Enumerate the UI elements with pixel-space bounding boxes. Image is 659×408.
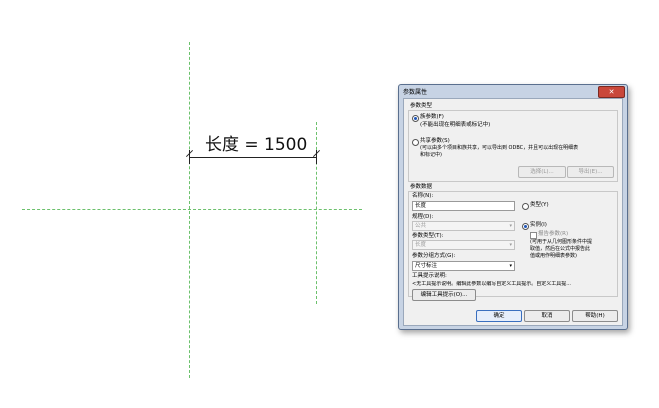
edit-tooltip-button[interactable]: 编辑工具提示(O)... (412, 289, 476, 301)
shared-param-label[interactable]: 共享参数(S) (420, 138, 450, 145)
group-by-select[interactable]: 尺寸标注 ▾ (412, 261, 515, 271)
reference-plane-horizontal[interactable] (22, 209, 362, 210)
parameter-properties-dialog: 参数属性 ✕ 参数类型 族参数(F) (不能出现在明细表或标记中) 共享参数(S… (398, 84, 628, 330)
reference-plane-vertical-left[interactable] (189, 42, 190, 378)
dimension-label[interactable]: 长度 = 1500 (205, 130, 307, 155)
param-type-group-label: 参数类型 (410, 103, 433, 109)
name-label: 名称(N): (412, 193, 434, 199)
family-param-label[interactable]: 族参数(F) (420, 114, 444, 121)
chevron-down-icon: ▾ (509, 223, 512, 229)
instance-radio[interactable] (522, 223, 529, 230)
dialog-client-area: 参数类型 族参数(F) (不能出现在明细表或标记中) 共享参数(S) (可以由多… (403, 98, 623, 326)
group-by-label: 参数分组方式(G): (412, 253, 456, 259)
chevron-down-icon: ▾ (509, 263, 512, 269)
shared-param-note-line1: (可以由多个项目和族共享，可以导出到 ODBC，并且可以出现在明细表 (420, 145, 579, 151)
ok-button[interactable]: 确定 (476, 310, 522, 322)
report-param-label[interactable]: 报告参数(R) (538, 231, 568, 238)
type-radio[interactable] (522, 203, 529, 210)
discipline-label: 规程(D): (412, 214, 434, 220)
param-data-group-label: 参数数据 (410, 184, 433, 190)
cancel-button[interactable]: 取消 (524, 310, 570, 322)
family-param-note: (不能出现在明细表或标记中) (420, 122, 491, 128)
family-param-radio[interactable] (412, 115, 419, 122)
tooltip-label: 工具提示说明: (412, 273, 447, 279)
dimension-line[interactable] (189, 157, 316, 158)
dialog-titlebar[interactable]: 参数属性 ✕ (399, 85, 627, 98)
dialog-title: 参数属性 (403, 89, 428, 96)
discipline-value: 公共 (415, 223, 427, 229)
group-by-value: 尺寸标注 (415, 263, 438, 269)
report-note-line3: 值或用作明细表参数) (530, 253, 577, 259)
report-note-line1: (可用于从几何图形条件中提 (530, 239, 592, 245)
chevron-down-icon: ▾ (509, 242, 512, 248)
export-button[interactable]: 导出(E)... (567, 166, 614, 178)
type-radio-label[interactable]: 类型(Y) (530, 202, 549, 209)
param-type-label: 参数类型(T): (412, 233, 444, 239)
instance-radio-label[interactable]: 实例(I) (530, 222, 547, 229)
report-param-checkbox[interactable] (530, 232, 537, 239)
report-note-line2: 取值，然后在公式中报告此 (530, 246, 591, 252)
name-input[interactable]: 长度 (412, 201, 515, 211)
shared-param-radio[interactable] (412, 139, 419, 146)
discipline-select[interactable]: 公共 ▾ (412, 221, 515, 231)
select-button[interactable]: 选择(L)... (518, 166, 566, 178)
param-type-value: 长度 (415, 242, 427, 248)
help-button[interactable]: 帮助(H) (572, 310, 618, 322)
tooltip-description: <无工具提示说明。编辑此参数以编写自定义工具提示。自定义工具提... (412, 281, 571, 287)
close-button[interactable]: ✕ (598, 86, 625, 98)
param-type-select[interactable]: 长度 ▾ (412, 240, 515, 250)
shared-param-note-line2: 和标记中) (420, 152, 442, 158)
